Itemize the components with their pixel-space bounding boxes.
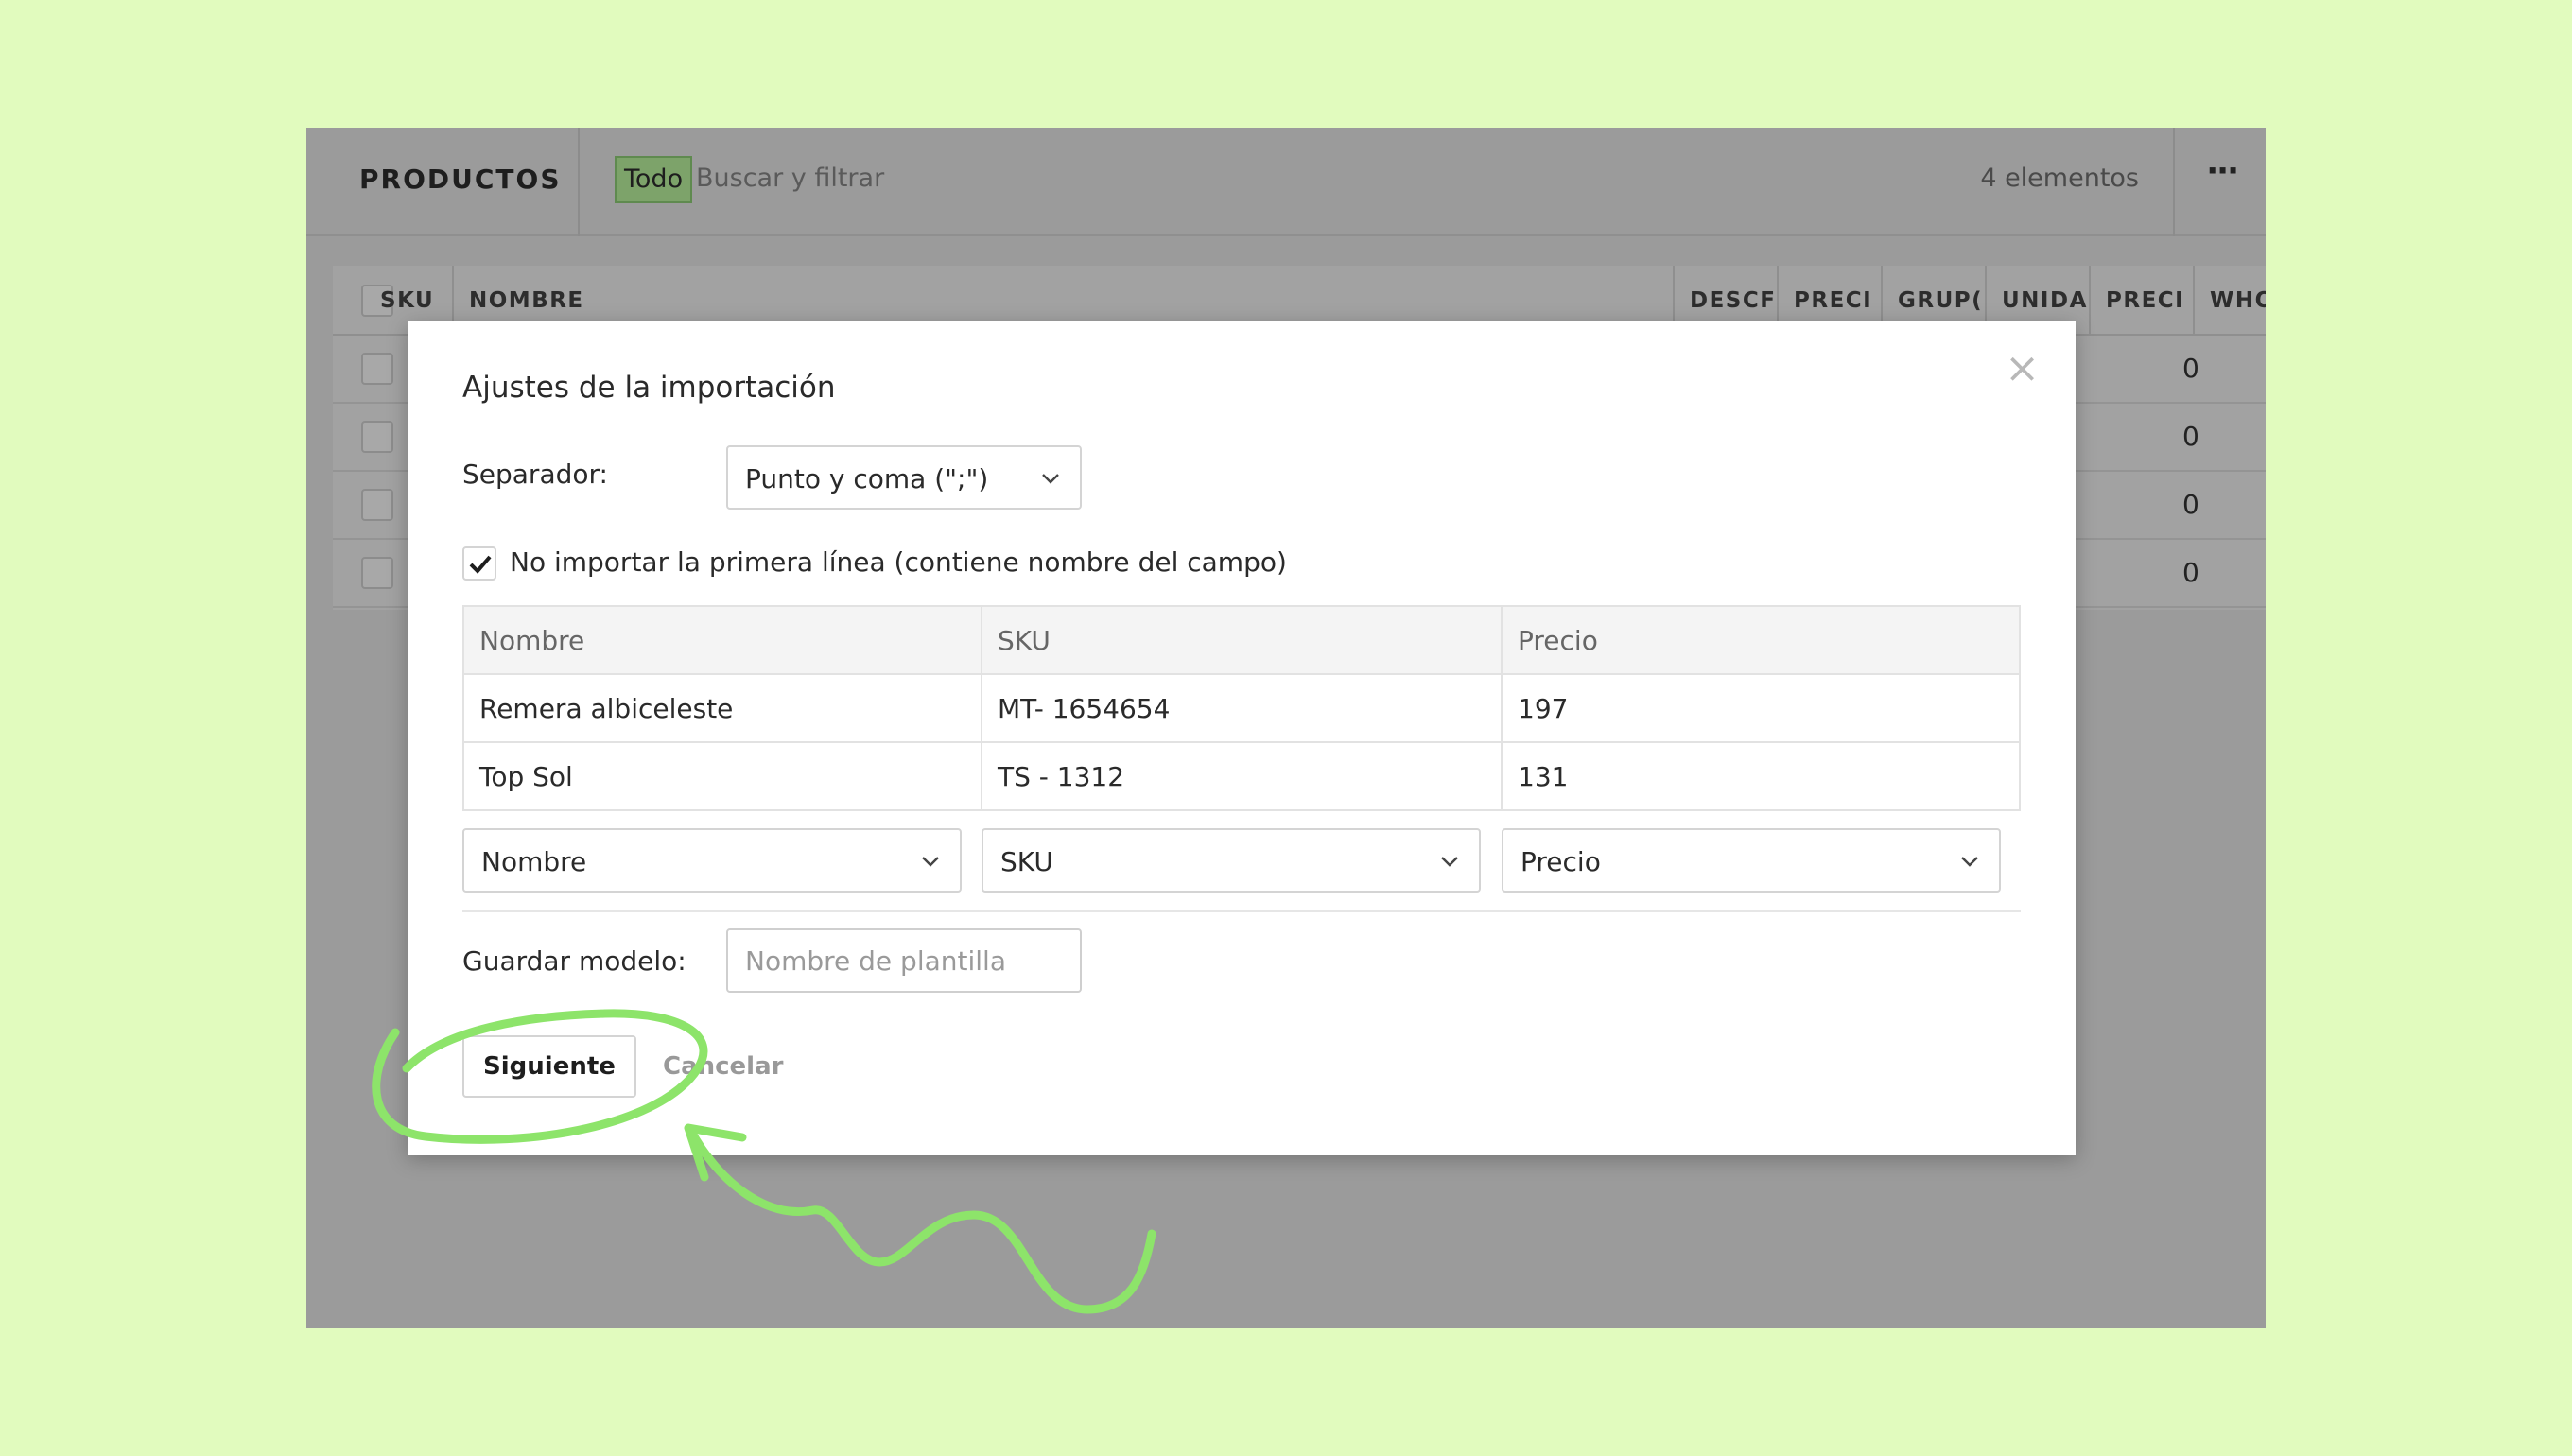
column-divider — [1501, 607, 1503, 809]
item-count: 4 elementos — [1980, 164, 2139, 193]
preview-cell: Remera albiceleste — [479, 693, 734, 724]
chevron-down-icon — [922, 857, 939, 867]
filter-chip-all[interactable]: Todo — [615, 156, 693, 203]
preview-header-row: Nombre SKU Precio — [464, 607, 2019, 675]
close-icon[interactable]: × — [2005, 348, 2040, 390]
cell-value: 0 — [2182, 489, 2199, 520]
chevron-down-icon — [1441, 857, 1458, 867]
save-model-label: Guardar modelo: — [462, 945, 686, 977]
divider — [2173, 128, 2175, 236]
row-checkbox[interactable] — [361, 353, 393, 385]
mapping-select-col2[interactable]: SKU — [982, 828, 1481, 893]
search-filter-input[interactable]: Buscar y filtrar — [696, 164, 884, 193]
column-divider — [981, 607, 982, 809]
preview-header-sku: SKU — [998, 625, 1051, 656]
page-title: PRODUCTOS — [359, 164, 562, 195]
cell-value: 0 — [2182, 353, 2199, 384]
chevron-down-icon — [1042, 474, 1059, 484]
mapping-select-col3[interactable]: Precio — [1502, 828, 2001, 893]
preview-table: Nombre SKU Precio Remera albiceleste MT-… — [462, 605, 2021, 811]
chevron-down-icon — [1961, 857, 1978, 867]
top-bar: PRODUCTOS Todo Buscar y filtrar 4 elemen… — [306, 128, 2266, 236]
row-checkbox[interactable] — [361, 557, 393, 589]
separator-select[interactable]: Punto y coma (";") — [726, 445, 1082, 510]
divider — [462, 910, 2021, 912]
separator-label: Separador: — [462, 459, 608, 490]
mapping-value: SKU — [1000, 846, 1053, 877]
more-options-button[interactable]: ··· — [2206, 152, 2239, 190]
checkmark-icon — [469, 555, 492, 574]
preview-row: Top Sol TS - 1312 131 — [464, 743, 2019, 811]
mapping-value: Precio — [1521, 846, 1601, 877]
next-button[interactable]: Siguiente — [462, 1035, 636, 1098]
skip-first-line-checkbox[interactable] — [462, 546, 496, 581]
preview-cell: TS - 1312 — [998, 761, 1125, 792]
mapping-select-col1[interactable]: Nombre — [462, 828, 962, 893]
cell-value: 0 — [2182, 421, 2199, 452]
row-checkbox[interactable] — [361, 489, 393, 521]
separator-value: Punto y coma (";") — [745, 463, 989, 494]
skip-first-line-label[interactable]: No importar la primera línea (contiene n… — [510, 546, 1287, 578]
divider — [578, 128, 580, 236]
column-header-precio-2[interactable]: PRECI — [2089, 266, 2193, 336]
preview-header-precio: Precio — [1518, 625, 1598, 656]
preview-row: Remera albiceleste MT- 1654654 197 — [464, 675, 2019, 743]
preview-cell: 197 — [1518, 693, 1569, 724]
dialog-title: Ajustes de la importación — [462, 371, 836, 405]
cancel-button[interactable]: Cancelar — [663, 1052, 783, 1081]
preview-cell: 131 — [1518, 761, 1569, 792]
preview-header-nombre: Nombre — [479, 625, 585, 656]
template-name-input[interactable] — [726, 928, 1082, 993]
cell-value: 0 — [2182, 557, 2199, 588]
mapping-value: Nombre — [481, 846, 587, 877]
preview-cell: Top Sol — [479, 761, 573, 792]
column-header-wholesale[interactable]: WHOL — [2193, 266, 2266, 336]
import-settings-dialog: Ajustes de la importación × Separador: P… — [408, 321, 2076, 1155]
row-checkbox[interactable] — [361, 421, 393, 453]
preview-cell: MT- 1654654 — [998, 693, 1171, 724]
